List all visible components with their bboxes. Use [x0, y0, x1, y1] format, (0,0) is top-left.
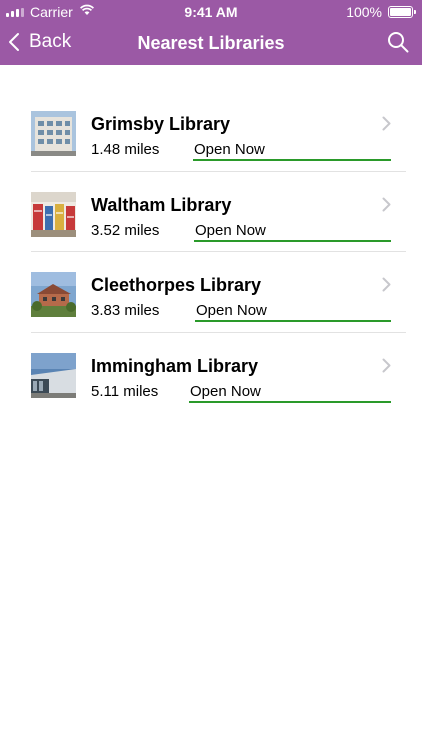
list-item[interactable]: Grimsby Library 1.48 miles Open Now — [0, 91, 422, 172]
library-name: Immingham Library — [91, 355, 259, 376]
library-distance: 1.48 miles — [91, 141, 160, 158]
chevron-right-icon — [382, 116, 391, 131]
library-list: Grimsby Library 1.48 miles Open Now Walt… — [0, 91, 422, 413]
open-status: Open Now — [189, 383, 391, 403]
list-item[interactable]: Waltham Library 3.52 miles Open Now — [0, 172, 422, 252]
list-item[interactable]: Cleethorpes Library 3.83 miles Open Now — [0, 252, 422, 333]
search-icon[interactable] — [386, 30, 410, 54]
status-bar: Carrier 9:41 AM 100% — [0, 0, 422, 24]
open-status: Open Now — [195, 302, 391, 322]
open-status: Open Now — [193, 141, 391, 161]
library-name: Waltham Library — [91, 194, 232, 215]
library-photo — [31, 272, 76, 317]
chevron-right-icon — [382, 197, 391, 212]
page-title: Nearest Libraries — [137, 33, 285, 53]
chevron-right-icon — [382, 277, 391, 292]
navigation-bar: Back Nearest Libraries — [0, 24, 422, 65]
library-name: Cleethorpes Library — [91, 275, 262, 295]
library-photo — [31, 111, 76, 156]
app-header: Carrier 9:41 AM 100% Back Nearest Librar… — [0, 0, 422, 65]
chevron-right-icon — [382, 358, 391, 373]
battery-icon — [388, 6, 416, 18]
library-photo — [31, 352, 76, 398]
library-distance: 3.83 miles — [91, 302, 160, 319]
library-distance: 5.11 miles — [91, 382, 159, 400]
open-status: Open Now — [194, 222, 391, 242]
library-name: Grimsby Library — [91, 114, 231, 134]
battery-percent: 100% — [346, 4, 382, 20]
library-photo — [31, 191, 76, 237]
list-item[interactable]: Immingham Library 5.11 miles Open Now — [0, 333, 422, 414]
library-distance: 3.52 miles — [91, 221, 160, 239]
